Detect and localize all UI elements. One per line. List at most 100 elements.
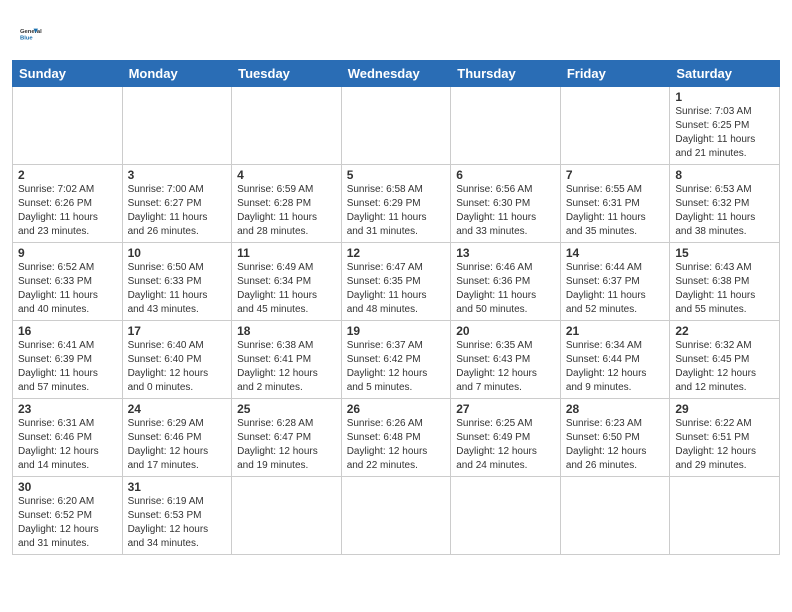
calendar-cell: 23Sunrise: 6:31 AM Sunset: 6:46 PM Dayli…: [13, 399, 123, 477]
day-info: Sunrise: 6:53 AM Sunset: 6:32 PM Dayligh…: [675, 183, 774, 239]
day-info: Sunrise: 6:34 AM Sunset: 6:44 PM Dayligh…: [566, 339, 665, 395]
page-header: General Blue: [0, 0, 792, 60]
calendar-cell: 30Sunrise: 6:20 AM Sunset: 6:52 PM Dayli…: [13, 477, 123, 555]
calendar-cell: 14Sunrise: 6:44 AM Sunset: 6:37 PM Dayli…: [560, 243, 670, 321]
day-info: Sunrise: 6:58 AM Sunset: 6:29 PM Dayligh…: [347, 183, 446, 239]
day-info: Sunrise: 6:55 AM Sunset: 6:31 PM Dayligh…: [566, 183, 665, 239]
calendar-cell: 15Sunrise: 6:43 AM Sunset: 6:38 PM Dayli…: [670, 243, 780, 321]
day-info: Sunrise: 6:23 AM Sunset: 6:50 PM Dayligh…: [566, 417, 665, 473]
day-info: Sunrise: 6:25 AM Sunset: 6:49 PM Dayligh…: [456, 417, 555, 473]
day-number: 31: [128, 480, 227, 494]
calendar-cell: 12Sunrise: 6:47 AM Sunset: 6:35 PM Dayli…: [341, 243, 451, 321]
day-info: Sunrise: 6:43 AM Sunset: 6:38 PM Dayligh…: [675, 261, 774, 317]
day-number: 28: [566, 402, 665, 416]
calendar-week-2: 2Sunrise: 7:02 AM Sunset: 6:26 PM Daylig…: [13, 165, 780, 243]
day-info: Sunrise: 6:19 AM Sunset: 6:53 PM Dayligh…: [128, 495, 227, 551]
calendar-cell: [451, 477, 561, 555]
day-info: Sunrise: 7:03 AM Sunset: 6:25 PM Dayligh…: [675, 105, 774, 161]
weekday-row: SundayMondayTuesdayWednesdayThursdayFrid…: [13, 61, 780, 87]
day-info: Sunrise: 6:46 AM Sunset: 6:36 PM Dayligh…: [456, 261, 555, 317]
calendar-cell: 5Sunrise: 6:58 AM Sunset: 6:29 PM Daylig…: [341, 165, 451, 243]
day-info: Sunrise: 6:38 AM Sunset: 6:41 PM Dayligh…: [237, 339, 336, 395]
day-number: 23: [18, 402, 117, 416]
day-info: Sunrise: 6:49 AM Sunset: 6:34 PM Dayligh…: [237, 261, 336, 317]
calendar-cell: 21Sunrise: 6:34 AM Sunset: 6:44 PM Dayli…: [560, 321, 670, 399]
weekday-header-saturday: Saturday: [670, 61, 780, 87]
calendar-cell: 1Sunrise: 7:03 AM Sunset: 6:25 PM Daylig…: [670, 87, 780, 165]
day-info: Sunrise: 6:28 AM Sunset: 6:47 PM Dayligh…: [237, 417, 336, 473]
weekday-header-friday: Friday: [560, 61, 670, 87]
calendar-week-6: 30Sunrise: 6:20 AM Sunset: 6:52 PM Dayli…: [13, 477, 780, 555]
calendar-cell: 19Sunrise: 6:37 AM Sunset: 6:42 PM Dayli…: [341, 321, 451, 399]
day-info: Sunrise: 6:50 AM Sunset: 6:33 PM Dayligh…: [128, 261, 227, 317]
day-info: Sunrise: 6:32 AM Sunset: 6:45 PM Dayligh…: [675, 339, 774, 395]
calendar-cell: 16Sunrise: 6:41 AM Sunset: 6:39 PM Dayli…: [13, 321, 123, 399]
calendar-cell: 3Sunrise: 7:00 AM Sunset: 6:27 PM Daylig…: [122, 165, 232, 243]
day-number: 4: [237, 168, 336, 182]
calendar-cell: 24Sunrise: 6:29 AM Sunset: 6:46 PM Dayli…: [122, 399, 232, 477]
day-number: 8: [675, 168, 774, 182]
calendar-week-5: 23Sunrise: 6:31 AM Sunset: 6:46 PM Dayli…: [13, 399, 780, 477]
weekday-header-thursday: Thursday: [451, 61, 561, 87]
day-info: Sunrise: 6:29 AM Sunset: 6:46 PM Dayligh…: [128, 417, 227, 473]
day-info: Sunrise: 6:41 AM Sunset: 6:39 PM Dayligh…: [18, 339, 117, 395]
day-info: Sunrise: 6:52 AM Sunset: 6:33 PM Dayligh…: [18, 261, 117, 317]
calendar-cell: 28Sunrise: 6:23 AM Sunset: 6:50 PM Dayli…: [560, 399, 670, 477]
weekday-header-wednesday: Wednesday: [341, 61, 451, 87]
day-info: Sunrise: 6:31 AM Sunset: 6:46 PM Dayligh…: [18, 417, 117, 473]
day-info: Sunrise: 6:35 AM Sunset: 6:43 PM Dayligh…: [456, 339, 555, 395]
weekday-header-sunday: Sunday: [13, 61, 123, 87]
calendar-cell: 22Sunrise: 6:32 AM Sunset: 6:45 PM Dayli…: [670, 321, 780, 399]
day-info: Sunrise: 6:47 AM Sunset: 6:35 PM Dayligh…: [347, 261, 446, 317]
day-info: Sunrise: 7:02 AM Sunset: 6:26 PM Dayligh…: [18, 183, 117, 239]
calendar-cell: [451, 87, 561, 165]
calendar-cell: [670, 477, 780, 555]
day-number: 13: [456, 246, 555, 260]
day-info: Sunrise: 7:00 AM Sunset: 6:27 PM Dayligh…: [128, 183, 227, 239]
day-number: 19: [347, 324, 446, 338]
calendar-week-1: 1Sunrise: 7:03 AM Sunset: 6:25 PM Daylig…: [13, 87, 780, 165]
calendar-cell: 8Sunrise: 6:53 AM Sunset: 6:32 PM Daylig…: [670, 165, 780, 243]
generalblue-logo-icon: General Blue: [20, 16, 56, 52]
calendar-cell: 20Sunrise: 6:35 AM Sunset: 6:43 PM Dayli…: [451, 321, 561, 399]
day-info: Sunrise: 6:37 AM Sunset: 6:42 PM Dayligh…: [347, 339, 446, 395]
day-number: 9: [18, 246, 117, 260]
day-number: 1: [675, 90, 774, 104]
day-number: 3: [128, 168, 227, 182]
calendar-cell: [232, 477, 342, 555]
calendar-cell: 26Sunrise: 6:26 AM Sunset: 6:48 PM Dayli…: [341, 399, 451, 477]
calendar-cell: 29Sunrise: 6:22 AM Sunset: 6:51 PM Dayli…: [670, 399, 780, 477]
day-number: 12: [347, 246, 446, 260]
calendar-week-3: 9Sunrise: 6:52 AM Sunset: 6:33 PM Daylig…: [13, 243, 780, 321]
calendar-cell: 31Sunrise: 6:19 AM Sunset: 6:53 PM Dayli…: [122, 477, 232, 555]
logo: General Blue: [20, 16, 56, 52]
calendar-cell: 6Sunrise: 6:56 AM Sunset: 6:30 PM Daylig…: [451, 165, 561, 243]
day-info: Sunrise: 6:22 AM Sunset: 6:51 PM Dayligh…: [675, 417, 774, 473]
day-number: 7: [566, 168, 665, 182]
calendar-cell: 18Sunrise: 6:38 AM Sunset: 6:41 PM Dayli…: [232, 321, 342, 399]
calendar-cell: 25Sunrise: 6:28 AM Sunset: 6:47 PM Dayli…: [232, 399, 342, 477]
calendar-cell: 4Sunrise: 6:59 AM Sunset: 6:28 PM Daylig…: [232, 165, 342, 243]
calendar-cell: 2Sunrise: 7:02 AM Sunset: 6:26 PM Daylig…: [13, 165, 123, 243]
day-number: 25: [237, 402, 336, 416]
day-number: 15: [675, 246, 774, 260]
calendar-table: SundayMondayTuesdayWednesdayThursdayFrid…: [12, 60, 780, 555]
weekday-header-monday: Monday: [122, 61, 232, 87]
day-number: 18: [237, 324, 336, 338]
day-info: Sunrise: 6:26 AM Sunset: 6:48 PM Dayligh…: [347, 417, 446, 473]
calendar-cell: [560, 477, 670, 555]
day-number: 14: [566, 246, 665, 260]
day-number: 11: [237, 246, 336, 260]
day-number: 10: [128, 246, 227, 260]
day-number: 2: [18, 168, 117, 182]
calendar-cell: 10Sunrise: 6:50 AM Sunset: 6:33 PM Dayli…: [122, 243, 232, 321]
calendar-cell: 17Sunrise: 6:40 AM Sunset: 6:40 PM Dayli…: [122, 321, 232, 399]
day-number: 6: [456, 168, 555, 182]
calendar-cell: [122, 87, 232, 165]
calendar-cell: 27Sunrise: 6:25 AM Sunset: 6:49 PM Dayli…: [451, 399, 561, 477]
day-number: 30: [18, 480, 117, 494]
weekday-header-tuesday: Tuesday: [232, 61, 342, 87]
calendar-header: SundayMondayTuesdayWednesdayThursdayFrid…: [13, 61, 780, 87]
calendar-cell: [560, 87, 670, 165]
day-number: 21: [566, 324, 665, 338]
